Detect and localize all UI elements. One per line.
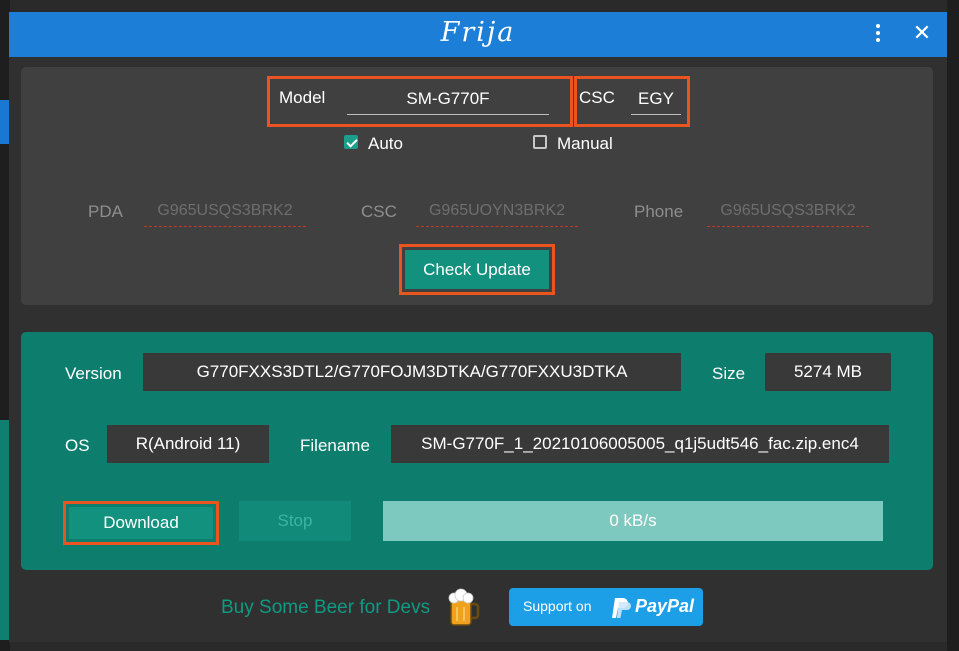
csc2-input[interactable]: G965UOYN3BRK2 — [416, 202, 578, 227]
filename-value: SM-G770F_1_20210106005005_q1j5udt546_fac… — [391, 425, 889, 463]
paypal-logo-icon — [611, 597, 631, 619]
download-button[interactable]: Download — [69, 507, 213, 539]
auto-checkbox[interactable] — [344, 135, 358, 149]
model-label: Model — [279, 88, 326, 107]
manual-checkbox[interactable] — [533, 135, 547, 149]
csc-input[interactable]: EGY — [631, 89, 681, 115]
close-icon[interactable]: ✕ — [910, 22, 934, 46]
backdrop-right-edge — [947, 0, 959, 651]
os-label: OS — [65, 436, 90, 455]
result-panel: Version G770FXXS3DTL2/G770FOJM3DTKA/G770… — [21, 332, 933, 570]
phone-input[interactable]: G965USQS3BRK2 — [707, 202, 869, 227]
frija-window: Frija ✕ Model SM-G770F CSC EGY Auto Manu… — [9, 12, 947, 642]
check-update-button[interactable]: Check Update — [405, 250, 549, 289]
version-value: G770FXXS3DTL2/G770FOJM3DTKA/G770FXXU3DTK… — [143, 353, 681, 391]
version-label: Version — [65, 364, 122, 383]
csc2-label: CSC — [361, 202, 397, 221]
paypal-button[interactable]: Support on PayPal — [509, 588, 703, 626]
pda-label: PDA — [88, 202, 123, 221]
stop-button[interactable]: Stop — [239, 501, 351, 541]
title-bar[interactable]: Frija ✕ — [9, 12, 947, 57]
size-label: Size — [712, 364, 746, 383]
progress-speed-text: 0 kB/s — [609, 511, 657, 530]
paypal-brand-label: PayPal — [635, 596, 695, 616]
paypal-support-label: Support on — [523, 598, 592, 614]
filename-label: Filename — [300, 436, 370, 455]
os-value: R(Android 11) — [107, 425, 269, 463]
more-options-icon[interactable] — [871, 24, 885, 46]
beer-mug-icon — [446, 587, 480, 627]
model-input[interactable]: SM-G770F — [347, 89, 549, 115]
size-value: 5274 MB — [765, 353, 891, 391]
phone-label: Phone — [634, 202, 684, 221]
csc-label: CSC — [579, 88, 615, 107]
app-title: Frija — [440, 17, 516, 48]
download-progress-bar: 0 kB/s — [383, 501, 883, 541]
search-panel: Model SM-G770F CSC EGY Auto Manual PDA G… — [21, 67, 933, 305]
manual-label: Manual — [557, 134, 613, 153]
beer-link[interactable]: Buy Some Beer for Devs — [221, 597, 430, 619]
auto-label: Auto — [368, 134, 403, 153]
pda-input[interactable]: G965USQS3BRK2 — [144, 202, 306, 227]
